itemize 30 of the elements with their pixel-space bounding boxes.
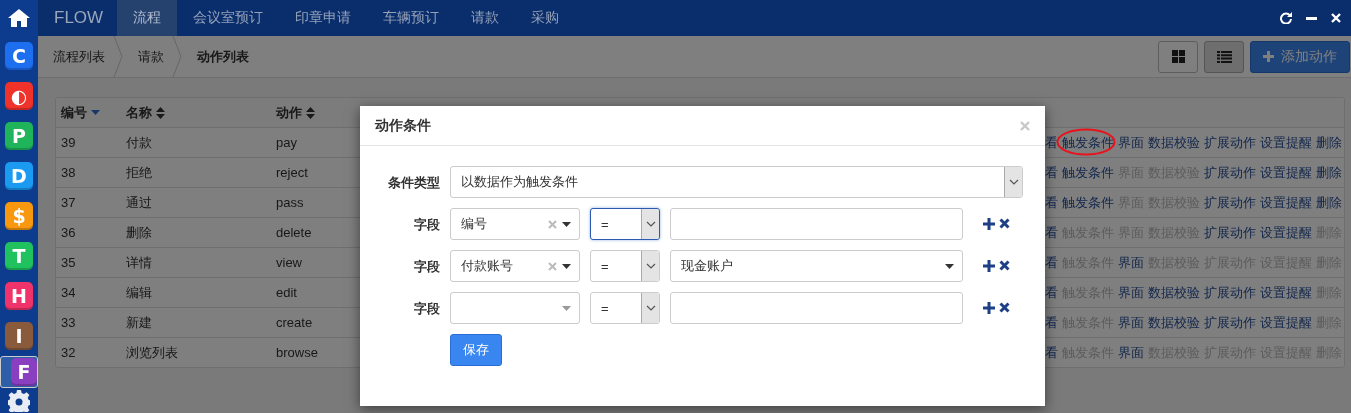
dialog-title: 动作条件 [375, 116, 431, 135]
table-cell-text: 33 [60, 315, 76, 330]
table-cell-text: create [275, 315, 313, 330]
table-cell-text: edit [275, 285, 297, 300]
table-cell-text: 付款 [125, 133, 152, 152]
table-cell-text: 38 [60, 165, 76, 180]
table-cell-text: 36 [60, 225, 76, 240]
table-cell-text: 39 [60, 135, 76, 150]
table-cell-text: 新建 [125, 313, 152, 332]
table-cell-text: 编辑 [125, 283, 152, 302]
table-cell-text: 37 [60, 195, 76, 210]
table-cell-text: pay [275, 135, 297, 150]
table-cell-text: pass [275, 195, 304, 210]
table-cell-text: delete [275, 225, 312, 240]
form-label: 字段 [413, 216, 440, 234]
table-cell-text: 删除 [125, 223, 152, 242]
table-cell-text: 32 [60, 345, 76, 360]
form-label: 字段 [413, 300, 440, 318]
table-cell-text: 浏览列表 [125, 343, 178, 362]
form-label: 字段 [413, 258, 440, 276]
table-cell-text: 34 [60, 285, 76, 300]
table-cell-text: 35 [60, 255, 76, 270]
table-cell-text: reject [275, 165, 308, 180]
table-cell-text: view [275, 255, 302, 270]
table-cell-text: 拒绝 [125, 163, 152, 182]
breadcrumb-item: 动作列表 [196, 47, 250, 66]
form-label: 条件类型 [387, 174, 440, 192]
table-cell-text: 通过 [125, 193, 152, 212]
table-cell-text: 详情 [125, 253, 152, 272]
table-cell-text: browse [275, 345, 318, 360]
